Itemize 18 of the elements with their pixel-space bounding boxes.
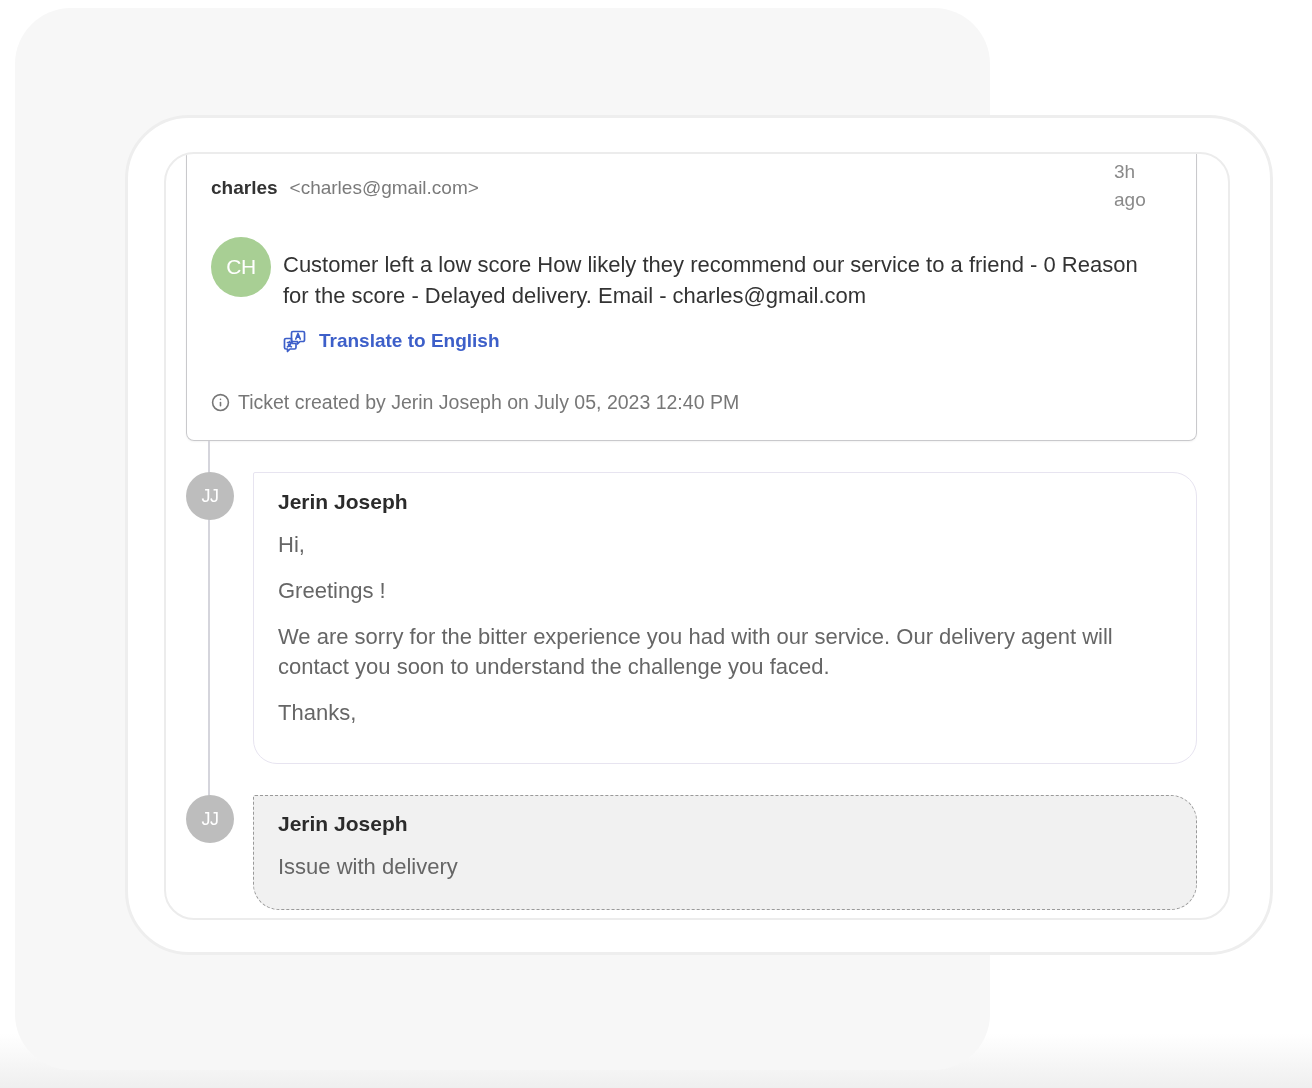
translate-link[interactable]: Translate to English bbox=[283, 329, 500, 353]
author-name: Jerin Joseph bbox=[278, 489, 409, 515]
sender-email: <charles@gmail.com> bbox=[289, 176, 479, 200]
info-icon bbox=[211, 392, 230, 412]
avatar: JJ bbox=[186, 472, 234, 520]
message-paragraph: We are sorry for the bitter experience you had with our service. Our delivery agent will contact you soon to understand the challenge you faced. bbox=[278, 623, 1114, 681]
timestamp: 3h ago bbox=[1114, 160, 1147, 212]
message-paragraph: Hi, bbox=[278, 531, 306, 559]
ticket-created-note: Ticket created by Jerin Joseph on July 05, 2023 12:40 PM bbox=[238, 390, 740, 414]
avatar: JJ bbox=[186, 795, 234, 843]
author-name: Jerin Joseph bbox=[278, 811, 409, 837]
translate-icon bbox=[283, 329, 307, 353]
message-paragraph: Thanks, bbox=[278, 699, 358, 727]
sender-name: charles bbox=[211, 176, 278, 200]
avatar: CH bbox=[211, 237, 271, 297]
message-text: Customer left a low score How likely they recommend our service to a friend - 0 Reason for the score - Delayed delivery. Email - charles@gmail.com bbox=[283, 251, 1139, 310]
message-paragraph: Issue with delivery bbox=[278, 853, 459, 881]
message-paragraph: Greetings ! bbox=[278, 577, 387, 605]
